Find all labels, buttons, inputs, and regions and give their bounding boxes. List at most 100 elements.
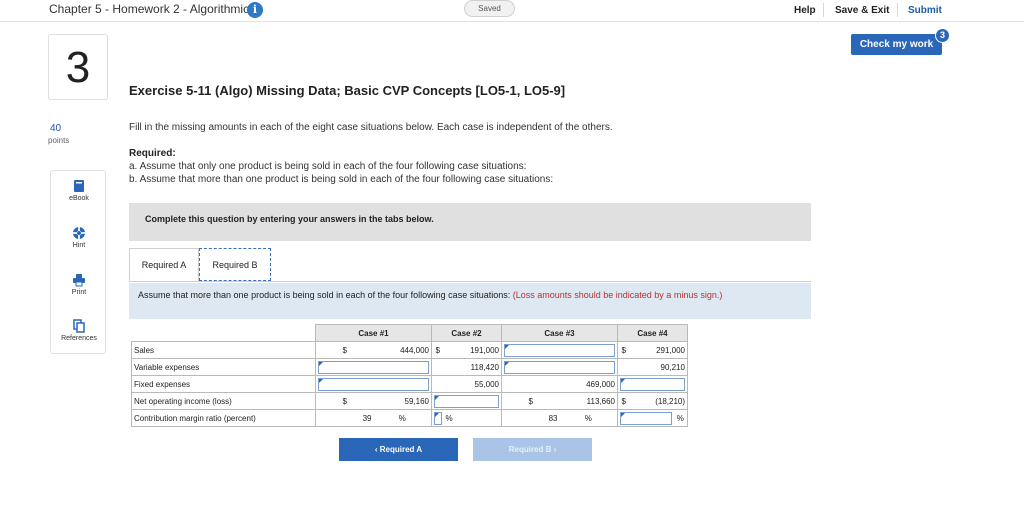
print-label: Print — [71, 289, 87, 296]
cell-value: 444,000 — [373, 341, 432, 359]
cell-value: 90,210 — [629, 358, 688, 376]
references-tool[interactable]: References — [51, 319, 107, 342]
cell-value: 291,000 — [629, 341, 688, 359]
currency-symbol: $ — [431, 341, 444, 359]
exercise-title: Exercise 5-11 (Algo) Missing Data; Basic… — [129, 83, 566, 98]
currency-symbol: $ — [501, 392, 560, 410]
lifebuoy-icon — [51, 226, 107, 240]
sales-case3-input[interactable] — [504, 343, 615, 357]
cmr-case4-input[interactable] — [620, 411, 672, 425]
row-label: Fixed expenses — [131, 375, 316, 393]
top-bar: Chapter 5 - Homework 2 - Algorithmic i S… — [0, 0, 1024, 22]
prev-required-a-button[interactable]: ‹ Required A — [339, 438, 458, 461]
complete-banner: Complete this question by entering your … — [129, 203, 811, 241]
currency-symbol: $ — [315, 392, 374, 410]
variable-case3-input[interactable] — [504, 360, 615, 374]
table-row-cmr: Contribution margin ratio (percent) 39 %… — [131, 409, 688, 427]
header-case-2: Case #2 — [431, 324, 502, 342]
hint-tool[interactable]: Hint — [51, 226, 107, 249]
table-row-variable: Variable expenses 118,420 90,210 — [131, 358, 688, 376]
currency-blank — [617, 358, 630, 376]
tab-required-b[interactable]: Required B — [199, 248, 271, 281]
cell-value: 59,160 — [373, 392, 432, 410]
currency-blank — [431, 375, 444, 393]
cell-value: 191,000 — [443, 341, 502, 359]
points-value: 40 — [50, 123, 62, 134]
cell-value: 83 — [501, 409, 560, 427]
ebook-tool[interactable]: eBook — [51, 179, 107, 202]
info-icon[interactable]: i — [247, 2, 263, 18]
percent-sign: % — [673, 409, 688, 427]
divider — [897, 3, 898, 17]
noi-case2-input-cell — [431, 392, 502, 410]
divider — [823, 3, 824, 17]
currency-symbol: $ — [315, 341, 374, 359]
variable-case3-input-cell — [501, 358, 618, 376]
currency-blank — [431, 358, 444, 376]
printer-icon — [51, 273, 107, 287]
cmr-case2-input[interactable] — [434, 411, 442, 425]
header-case-4: Case #4 — [617, 324, 688, 342]
complete-text: Complete this question by entering your … — [145, 214, 434, 224]
assumption-banner: Assume that more than one product is bei… — [129, 283, 811, 319]
points-label: points — [48, 136, 70, 145]
table-row-sales: Sales $ 444,000 $ 191,000 $ 291,000 — [131, 341, 688, 359]
cmr-case4-input-cell — [617, 409, 674, 427]
assumption-text: Assume that more than one product is bei… — [138, 290, 798, 301]
variable-case1-input[interactable] — [318, 360, 429, 374]
submit-link[interactable]: Submit — [908, 5, 942, 16]
cell-value: 118,420 — [443, 358, 502, 376]
variable-case1-input-cell — [315, 358, 432, 376]
noi-case2-input[interactable] — [434, 394, 499, 408]
row-label: Contribution margin ratio (percent) — [131, 409, 316, 427]
tools-panel: eBook Hint Print References — [50, 170, 106, 354]
chapter-title: Chapter 5 - Homework 2 - Algorithmic — [49, 2, 250, 16]
required-b-text: b. Assume that more than one product is … — [129, 174, 554, 185]
header-case-1: Case #1 — [315, 324, 432, 342]
table-row-fixed: Fixed expenses 55,000 469,000 — [131, 375, 688, 393]
required-a-text: a. Assume that only one product is being… — [129, 161, 527, 172]
percent-sign: % — [373, 409, 432, 427]
check-count-badge: 3 — [935, 28, 950, 43]
check-my-work-button[interactable]: Check my work — [851, 34, 942, 55]
cell-value: (18,210) — [629, 392, 688, 410]
question-number: 3 — [48, 34, 108, 100]
table-row-noi: Net operating income (loss) $ 59,160 $ 1… — [131, 392, 688, 410]
tab-underline — [129, 281, 811, 282]
copy-icon — [51, 319, 107, 333]
book-icon — [51, 179, 107, 193]
tab-required-a[interactable]: Required A — [129, 248, 199, 281]
header-case-3: Case #3 — [501, 324, 618, 342]
save-exit-link[interactable]: Save & Exit — [835, 5, 889, 16]
fixed-case4-input-cell — [617, 375, 688, 393]
saved-status: Saved — [464, 0, 515, 17]
cell-value: 55,000 — [443, 375, 502, 393]
row-label: Variable expenses — [131, 358, 316, 376]
cmr-case2-input-cell — [431, 409, 444, 427]
help-link[interactable]: Help — [794, 5, 816, 16]
fixed-case1-input[interactable] — [318, 377, 429, 391]
fixed-case4-input[interactable] — [620, 377, 685, 391]
row-label: Sales — [131, 341, 316, 359]
cell-value: 469,000 — [559, 375, 618, 393]
print-tool[interactable]: Print — [51, 273, 107, 296]
percent-sign: % — [559, 409, 618, 427]
assumption-note: (Loss amounts should be indicated by a m… — [512, 290, 723, 300]
cell-value: 113,660 — [559, 392, 618, 410]
next-required-b-button[interactable]: Required B › — [473, 438, 592, 461]
currency-symbol: $ — [617, 341, 630, 359]
currency-blank — [501, 375, 560, 393]
table-header-row: Case #1 Case #2 Case #3 Case #4 — [131, 324, 688, 342]
hint-label: Hint — [72, 242, 86, 249]
ebook-label: eBook — [69, 195, 89, 202]
cvp-table: Case #1 Case #2 Case #3 Case #4 Sales $ … — [131, 324, 688, 427]
references-label: References — [61, 335, 97, 342]
instructions-text: Fill in the missing amounts in each of t… — [129, 122, 613, 133]
currency-symbol: $ — [617, 392, 630, 410]
cell-value: 39 — [315, 409, 374, 427]
assumption-main: Assume that more than one product is bei… — [138, 290, 513, 300]
percent-sign: % — [443, 409, 502, 427]
sales-case3-input-cell — [501, 341, 618, 359]
header-blank — [131, 324, 316, 342]
row-label: Net operating income (loss) — [131, 392, 316, 410]
